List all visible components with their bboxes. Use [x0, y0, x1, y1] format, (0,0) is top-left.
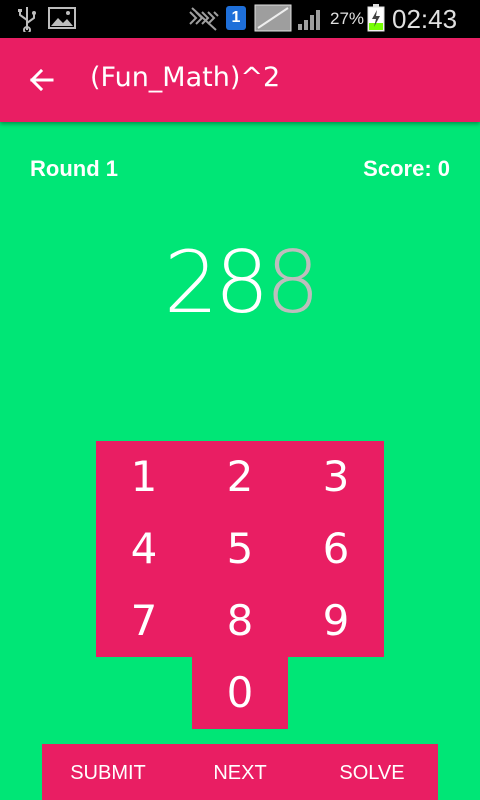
- keypad: 1 2 3 4 5 6 7 8 9: [96, 441, 384, 657]
- keypad-zero-row: 0: [192, 657, 288, 729]
- pending-digit: 8: [265, 233, 320, 333]
- key-8[interactable]: 8: [192, 585, 288, 657]
- entered-digits: 28: [163, 233, 269, 333]
- round-label: Round 1: [30, 156, 118, 181]
- clock: 02:43: [392, 4, 458, 34]
- app-title: (Fun_Math)^2: [90, 62, 281, 93]
- key-9[interactable]: 9: [288, 585, 384, 657]
- usb-icon: [18, 7, 36, 32]
- key-2[interactable]: 2: [192, 441, 288, 513]
- status-bar: 1 27% 02:43: [0, 0, 480, 38]
- submit-button[interactable]: SUBMIT: [42, 744, 174, 800]
- key-3[interactable]: 3: [288, 441, 384, 513]
- action-bar: SUBMIT NEXT SOLVE: [42, 744, 438, 800]
- score-label: Score: 0: [363, 156, 450, 181]
- battery-charging-icon: [367, 4, 385, 32]
- notification-badge-icon: 1: [226, 6, 246, 30]
- key-1[interactable]: 1: [96, 441, 192, 513]
- app-screen: 1 27% 02:43 (Fun_Math)^2 Round 1 Score: …: [0, 0, 480, 800]
- solve-button[interactable]: SOLVE: [306, 744, 438, 800]
- app-bar: (Fun_Math)^2: [0, 38, 480, 122]
- arrow-back-icon[interactable]: [26, 64, 58, 96]
- next-button[interactable]: NEXT: [174, 744, 306, 800]
- gallery-icon: [48, 7, 76, 29]
- number-display: 288: [0, 228, 480, 338]
- battery-percent: 27%: [330, 9, 365, 28]
- no-sim-icon: [254, 4, 292, 32]
- key-4[interactable]: 4: [96, 513, 192, 585]
- key-0[interactable]: 0: [192, 657, 288, 729]
- vibrate-icon: [189, 7, 219, 31]
- signal-icon: [298, 10, 320, 30]
- key-5[interactable]: 5: [192, 513, 288, 585]
- key-7[interactable]: 7: [96, 585, 192, 657]
- key-6[interactable]: 6: [288, 513, 384, 585]
